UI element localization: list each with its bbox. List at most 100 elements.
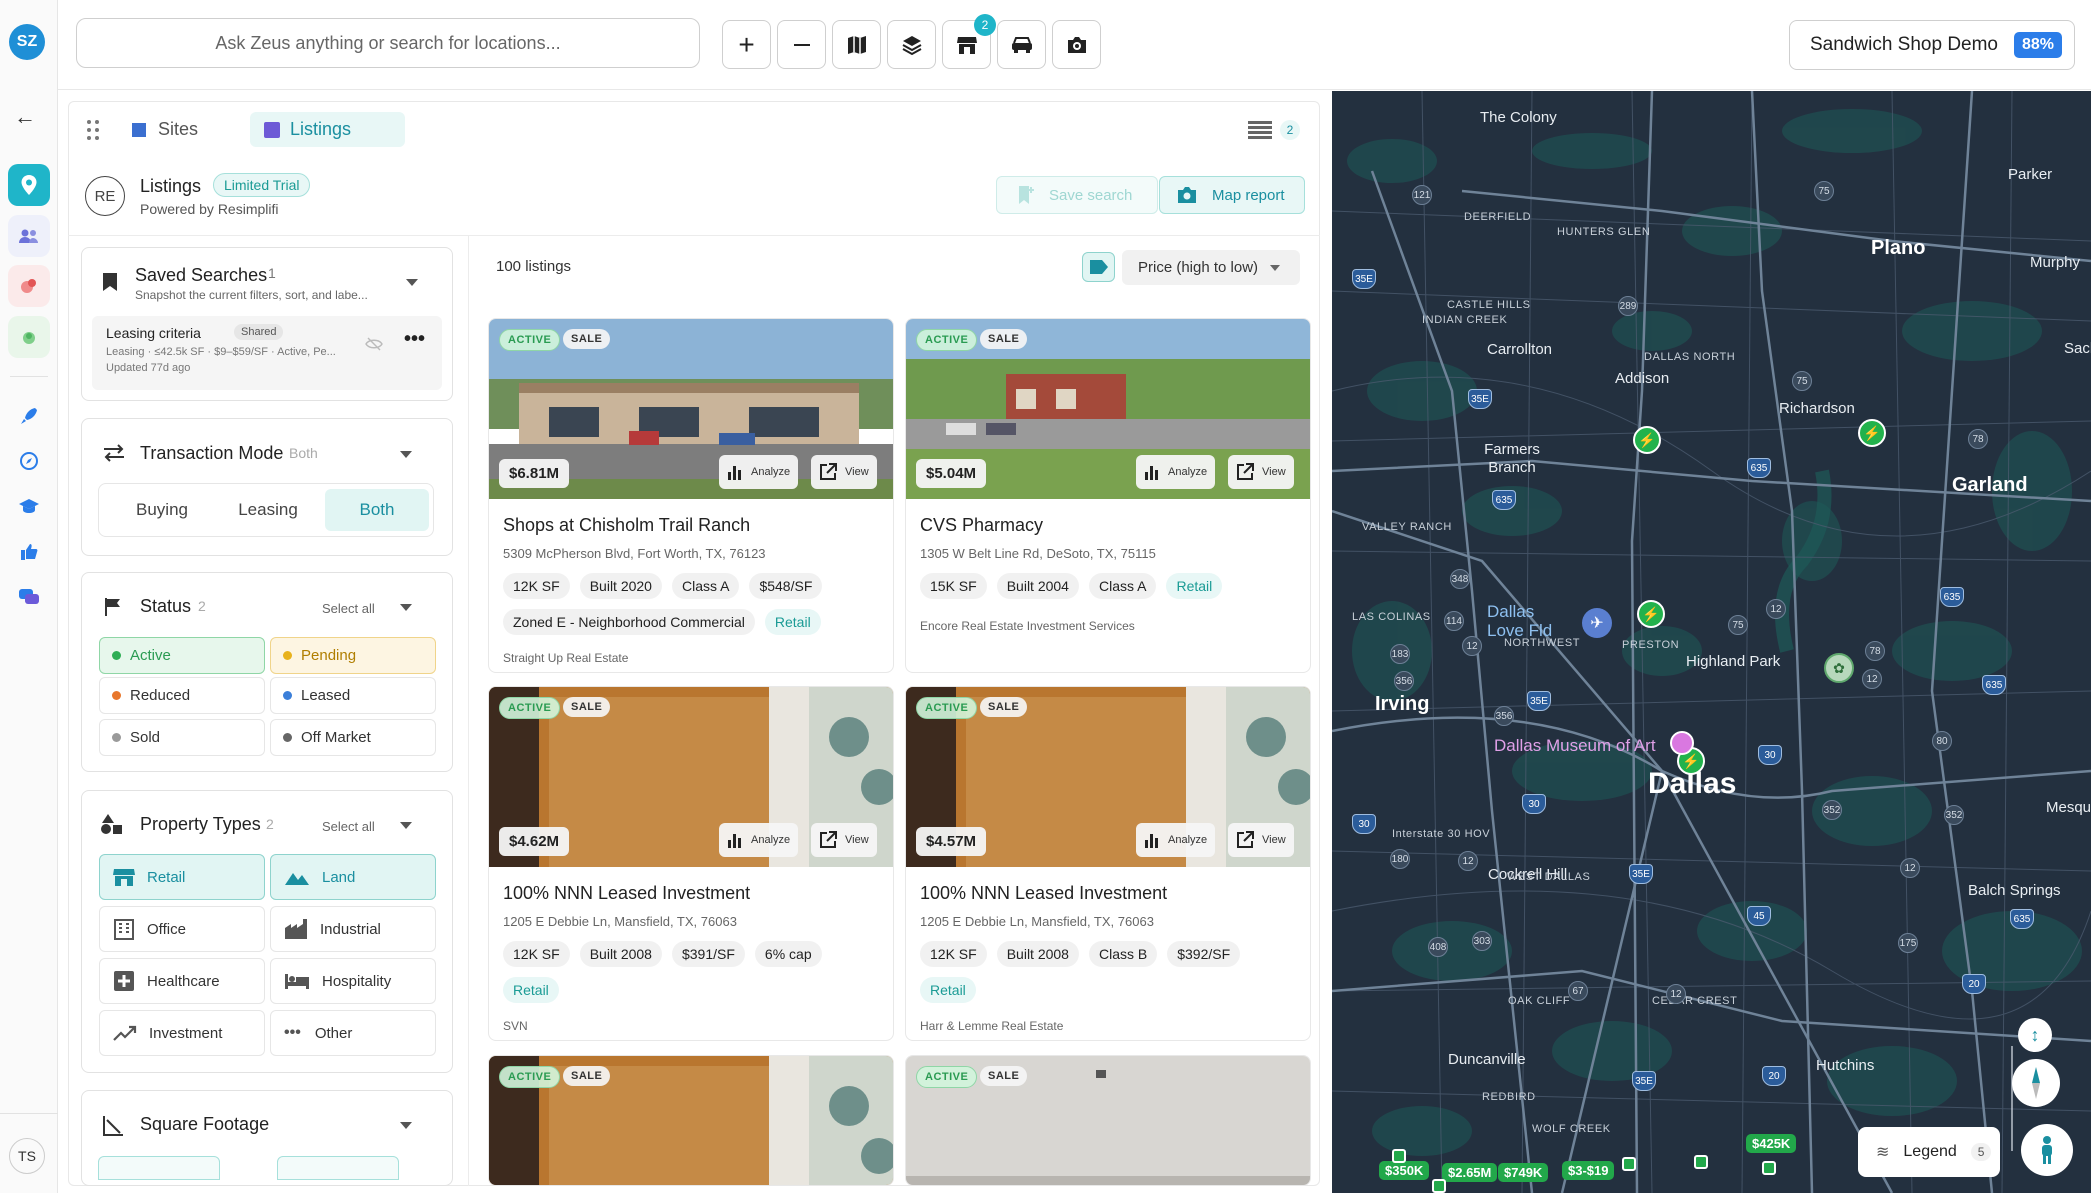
status-active[interactable]: Active [99, 637, 265, 674]
mode-leasing[interactable]: Leasing [218, 489, 318, 531]
listing-card[interactable]: ACTIVE SALE [905, 1055, 1311, 1186]
search-input[interactable]: Ask Zeus anything or search for location… [76, 18, 700, 68]
ev-charger-marker[interactable]: ⚡ [1858, 419, 1886, 447]
ptype-retail[interactable]: Retail [99, 854, 265, 900]
status-reduced[interactable]: Reduced [99, 677, 265, 714]
chevron-down-icon[interactable] [400, 822, 412, 829]
street-view-button[interactable] [2021, 1124, 2073, 1176]
people-nav-icon[interactable] [8, 215, 50, 257]
price-pin[interactable]: $425K [1746, 1134, 1797, 1153]
heatmap-nav-icon[interactable] [8, 265, 50, 307]
chevron-down-icon[interactable] [406, 279, 418, 286]
ptype-other[interactable]: ••• Other [270, 1010, 436, 1056]
tab-sites[interactable]: Sites [118, 112, 212, 147]
view-button[interactable]: View [811, 455, 877, 489]
listing-card[interactable]: ACTIVE SALE [488, 1055, 894, 1186]
chevron-down-icon[interactable] [400, 1122, 412, 1129]
status-pending[interactable]: Pending [270, 637, 436, 674]
camera-button[interactable] [1052, 20, 1101, 69]
tab-listings[interactable]: Listings [250, 112, 405, 147]
status-leased[interactable]: Leased [270, 677, 436, 714]
layers-button[interactable] [887, 20, 936, 69]
museum-marker[interactable] [1670, 731, 1694, 755]
max-sf-field[interactable] [277, 1156, 399, 1180]
view-button[interactable]: View [1228, 823, 1294, 857]
listing-marker[interactable] [1432, 1179, 1446, 1193]
map-report-button[interactable]: Map report [1159, 176, 1305, 214]
listing-card[interactable]: ACTIVE SALE $5.04M Analyze View CVS Pharmacy 1… [905, 318, 1311, 673]
more-options-icon[interactable]: ••• [404, 328, 425, 351]
cannabis-marker[interactable]: ✿ [1824, 653, 1854, 683]
analyze-button[interactable]: Analyze [1136, 823, 1216, 857]
status-dot [283, 651, 292, 660]
ev-charger-marker[interactable]: ⚡ [1637, 600, 1665, 628]
chevron-down-icon[interactable] [400, 451, 412, 458]
price-pin[interactable]: $3-$19 [1562, 1161, 1615, 1180]
reset-tilt-button[interactable]: ↕ [2018, 1018, 2052, 1052]
status-select-all[interactable]: Select all [322, 601, 375, 616]
mode-buying[interactable]: Buying [112, 489, 212, 531]
ptype-industrial[interactable]: Industrial [270, 906, 436, 952]
zoom-out-button[interactable] [777, 20, 826, 69]
ptype-land[interactable]: Land [270, 854, 436, 900]
saved-search-item[interactable]: Leasing criteria Shared Leasing · ≤42.5k… [92, 316, 442, 390]
ptype-office[interactable]: Office [99, 906, 265, 952]
app-logo[interactable]: SZ [9, 24, 45, 60]
status-badge: ACTIVE [916, 329, 978, 351]
min-sf-field[interactable] [98, 1156, 220, 1180]
sort-select[interactable]: Price (high to low) [1122, 250, 1300, 285]
list-view-icon[interactable] [1248, 121, 1272, 139]
compass-button[interactable] [2012, 1059, 2060, 1107]
drag-handle-icon[interactable] [87, 120, 99, 140]
ptype-healthcare[interactable]: Healthcare [99, 958, 265, 1004]
listing-card[interactable]: ACTIVE SALE $4.57M Analyze View 100% NNN Leas… [905, 686, 1311, 1041]
view-button[interactable]: View [1228, 455, 1294, 489]
rocket-icon[interactable] [19, 406, 39, 431]
listing-marker[interactable] [1392, 1149, 1406, 1163]
status-sold[interactable]: Sold [99, 719, 265, 756]
cannabis-nav-icon[interactable] [8, 316, 50, 358]
route-shield: 289 [1618, 296, 1638, 316]
legend-button[interactable]: ≋ Legend 5 [1858, 1127, 2000, 1177]
ptype-investment[interactable]: Investment [99, 1010, 265, 1056]
analyze-button[interactable]: Analyze [719, 455, 799, 489]
listing-marker[interactable] [1622, 1157, 1636, 1171]
ev-charger-marker[interactable]: ⚡ [1633, 426, 1661, 454]
interstate-shield: 635 [1940, 587, 1964, 607]
analyze-button[interactable]: Analyze [1136, 455, 1216, 489]
view-button[interactable]: View [811, 823, 877, 857]
drive-time-button[interactable] [997, 20, 1046, 69]
airport-marker[interactable]: ✈ [1582, 608, 1612, 638]
mode-both[interactable]: Both [325, 489, 429, 531]
listing-card[interactable]: ACTIVE SALE $4.62M Analyze View 100% NNN Leas… [488, 686, 894, 1041]
price-pin[interactable]: $350K [1379, 1161, 1430, 1180]
chevron-down-icon[interactable] [400, 604, 412, 611]
user-avatar[interactable]: TS [9, 1138, 45, 1174]
store-button[interactable]: 2 [942, 14, 996, 69]
thumbs-up-icon[interactable] [19, 542, 39, 567]
listing-marker[interactable] [1762, 1161, 1776, 1175]
price-pin[interactable]: $2.65M [1442, 1163, 1498, 1182]
analyze-button[interactable]: Analyze [719, 823, 799, 857]
graduation-cap-icon[interactable] [18, 497, 40, 520]
back-arrow-icon[interactable]: ← [14, 104, 36, 130]
label-toggle-button[interactable] [1082, 252, 1115, 282]
ptype-hospitality[interactable]: Hospitality [270, 958, 436, 1004]
ptype-label: Industrial [320, 920, 381, 938]
project-selector[interactable]: Sandwich Shop Demo 88% [1789, 20, 2075, 70]
compass-icon[interactable] [19, 451, 39, 476]
map-view[interactable]: The Colony Plano Carrollton Addison Rich… [1332, 91, 2091, 1193]
zoom-in-button[interactable]: + [722, 20, 771, 69]
listing-marker[interactable] [1694, 1155, 1708, 1169]
chat-icon[interactable] [18, 587, 40, 612]
price-pin[interactable]: $749K [1498, 1163, 1549, 1182]
eye-off-icon[interactable] [365, 337, 383, 351]
minus-icon [793, 43, 810, 46]
save-search-button[interactable]: Save search [996, 176, 1158, 214]
status-off-market[interactable]: Off Market [270, 719, 436, 756]
map-button[interactable] [832, 20, 881, 69]
map-pin-nav-icon[interactable] [8, 164, 50, 206]
property-types-select-all[interactable]: Select all [322, 819, 375, 834]
bookmark-plus-icon [1019, 186, 1034, 204]
listing-card[interactable]: ACTIVE SALE $6.81M Analyze View Shops at Chis… [488, 318, 894, 673]
